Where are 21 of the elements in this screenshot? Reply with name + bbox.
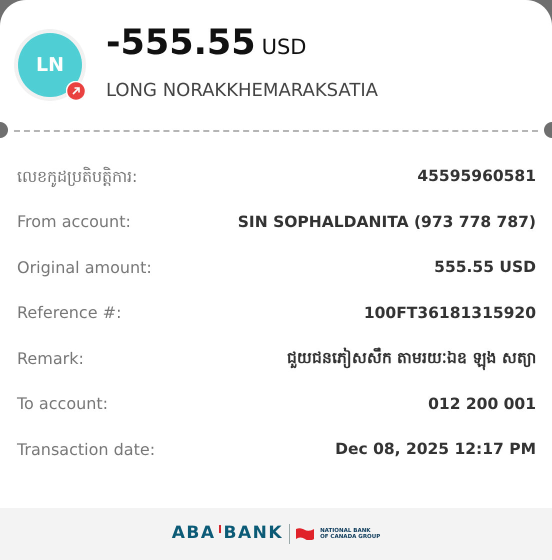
detail-label: Original amount:: [17, 256, 152, 279]
detail-value: Dec 08, 2025 12:17 PM: [335, 439, 536, 460]
detail-label: Reference #:: [17, 302, 122, 324]
detail-label: Remark:: [17, 348, 84, 370]
currency: USD: [262, 34, 306, 61]
detail-label: Transaction date:: [17, 438, 156, 461]
detail-label: From account:: [17, 211, 131, 234]
amount: -555.55: [106, 26, 256, 61]
detail-value: ជួយជនភៀសសឹក តាមរយៈឯឧ ឡុង សត្យា: [286, 347, 536, 370]
avatar-initials: LN: [36, 52, 64, 78]
detail-value: 100FT36181315920: [364, 302, 536, 324]
logo-text: BANK: [224, 522, 284, 546]
recipient-name: LONG NORAKKHEMARAKSATIA: [106, 79, 378, 104]
detail-value: 555.55 USD: [434, 257, 536, 278]
detail-label: លេខកូដប្រតិបត្តិការ:: [17, 166, 138, 189]
detail-value: 012 200 001: [428, 394, 536, 415]
detail-label: To account:: [17, 393, 108, 416]
flag-icon: [296, 528, 314, 540]
detail-value: SIN SOPHALDANITA (973 778 787): [238, 212, 536, 233]
detail-value: 45595960581: [417, 166, 536, 188]
logo-text: ABA: [172, 522, 216, 546]
